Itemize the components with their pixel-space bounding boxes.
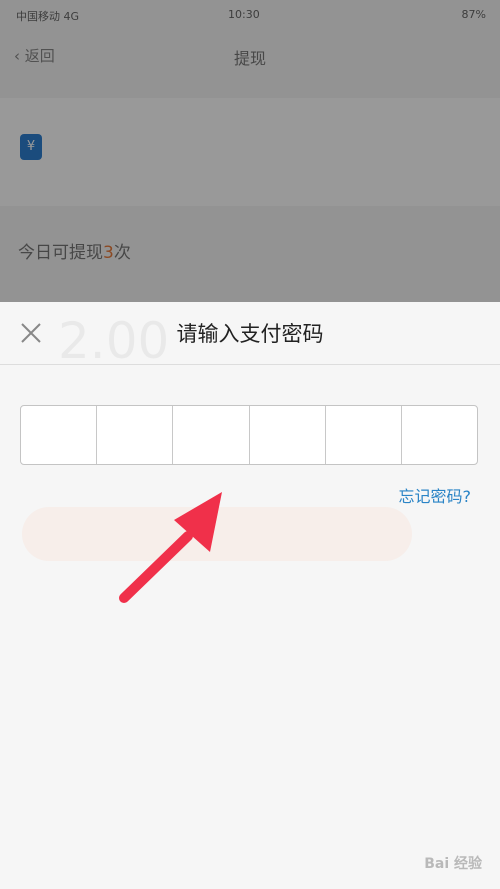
password-cell[interactable] xyxy=(173,406,250,464)
password-cell[interactable] xyxy=(97,406,174,464)
sheet-header: 请输入支付密码 xyxy=(0,302,500,365)
password-cell[interactable] xyxy=(250,406,326,464)
annotation-arrow xyxy=(119,492,222,603)
password-input[interactable] xyxy=(20,405,478,465)
password-cell[interactable] xyxy=(402,406,477,464)
sheet-title: 请输入支付密码 xyxy=(176,322,324,346)
password-cell[interactable] xyxy=(21,406,98,464)
forgot-password-link[interactable]: 忘记密码? xyxy=(399,483,472,507)
password-cell[interactable] xyxy=(326,406,402,464)
payment-password-sheet: 2.00 请输入支付密码 忘记密码? xyxy=(0,302,500,889)
watermark: Bai 经验 xyxy=(424,856,482,872)
